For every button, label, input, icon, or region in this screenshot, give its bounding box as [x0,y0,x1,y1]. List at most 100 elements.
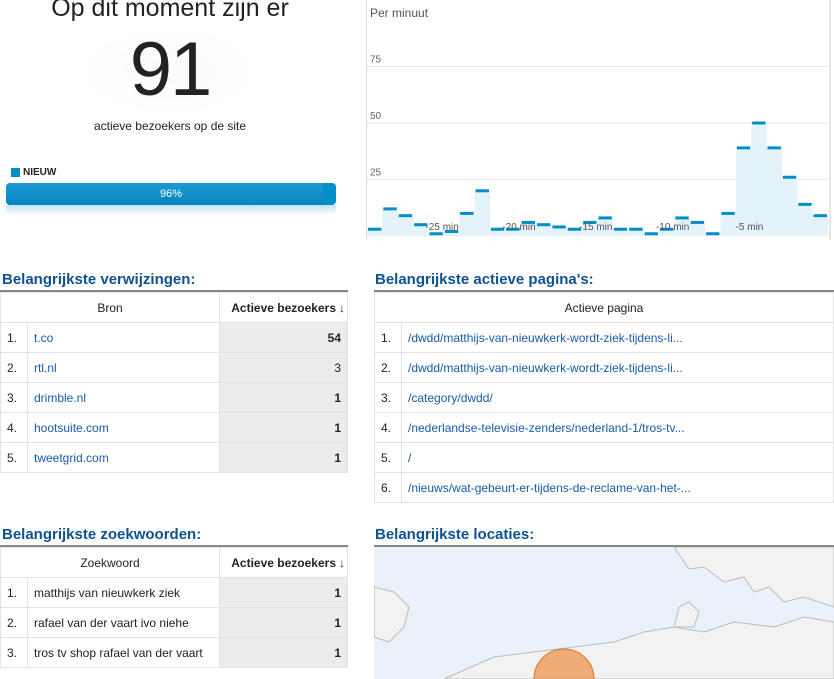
page-link[interactable]: /nederlandse-televisie-zenders/nederland… [401,412,834,443]
active-visitor-count: 91 [129,27,213,112]
table-row: 1. t.co 54 [0,322,348,353]
page-link[interactable]: /dwdd/matthijs-van-nieuwkerk-wordt-ziek-… [401,352,834,383]
row-index: 5. [0,442,28,473]
col-source[interactable]: Bron [0,292,220,323]
chart-bar-cap [398,214,413,218]
summary-heading: Op dit moment zijn er [51,0,289,22]
chart-bar [474,190,490,236]
chart-bar-cap [460,211,474,215]
source-link[interactable]: hootsuite.com [27,412,220,443]
pages-title: Belangrijkste actieve pagina's: [375,271,594,288]
chart-bar [812,215,828,236]
chart-bar-cap [629,227,643,231]
page-link[interactable]: /category/dwdd/ [401,382,834,413]
page-link[interactable]: /dwdd/matthijs-van-nieuwkerk-wordt-ziek-… [401,322,834,353]
chart-bar-cap [598,216,612,220]
x-tick-label: -5 min [736,222,764,233]
source-link[interactable]: rtl.nl [27,352,220,383]
chart-bar-cap [721,211,735,215]
chart-bar-cap [798,202,812,206]
table-row: 5. tweetgrid.com 1 [0,442,348,473]
row-index: 1. [0,577,28,608]
x-tick-label: -25 min [425,222,458,233]
table-row: 1./dwdd/matthijs-van-nieuwkerk-wordt-zie… [374,322,834,353]
map-svg [374,547,834,679]
table-row: 4./nederlandse-televisie-zenders/nederla… [374,412,834,443]
row-index: 3. [374,382,402,413]
active-visitors-value: 1 [219,412,348,443]
keyword-text: tros tv shop rafael van der vaart [27,637,220,668]
table-row: 3. drimble.nl 1 [0,382,348,413]
chart-bar-cap [368,227,382,231]
chart-bar-cap [475,189,489,193]
col-active-visitors[interactable]: Actieve bezoekers ↓ [219,547,348,578]
chart-bar [689,222,706,236]
chart-bar-cap [383,207,397,211]
chart-bar [766,147,782,236]
row-index: 1. [374,322,402,353]
table-row: 1. matthijs van nieuwkerk ziek 1 [0,577,348,608]
x-tick-label: -20 min [502,222,535,233]
table-row: 2. rtl.nl 3 [0,352,348,383]
per-minute-chart-svg: 75 50 25 -25 min -20 min -15 min -10 min -5 min [367,0,831,240]
chart-bar [459,213,475,236]
keywords-title: Belangrijkste zoekwoorden: [2,526,202,543]
row-index: 4. [0,412,28,443]
bar-reflection [6,205,336,215]
map-land-denmark [673,601,700,628]
locations-map[interactable] [374,547,834,679]
page-link[interactable]: / [401,442,834,473]
row-index: 3. [0,637,28,668]
new-visitors-bar: 96% [6,183,336,205]
row-index: 6. [374,472,402,503]
chart-bar [382,208,398,236]
keyword-text: matthijs van nieuwkerk ziek [27,577,220,608]
map-land-uk [374,586,410,643]
active-visitors-value: 1 [219,637,348,668]
sort-down-icon: ↓ [339,300,345,315]
locations-title: Belangrijkste locaties: [375,526,535,543]
chart-bar-cap [767,146,781,150]
source-link[interactable]: tweetgrid.com [27,442,220,473]
chart-bar-cap [736,146,751,150]
table-row: 2./dwdd/matthijs-van-nieuwkerk-wordt-zie… [374,352,834,383]
chart-bar [751,123,767,236]
referrals-title: Belangrijkste verwijzingen: [2,271,196,288]
col-active-visitors[interactable]: Actieve bezoekers ↓ [219,292,348,323]
x-tick-label: -15 min [579,222,612,233]
per-minute-chart: 75 50 25 -25 min -20 min -15 min -10 min -5 min… [366,0,834,240]
table-row: 5. / [374,442,834,473]
new-visitors-percent: 96% [159,188,183,200]
active-visitors-value: 1 [219,607,348,638]
chart-bar-cap [706,232,720,236]
chart-bar-cap [552,225,566,229]
table-row: 2. rafael van der vaart ivo niehe 1 [0,607,348,638]
referrals-table: Bron Actieve bezoekers ↓ 1. t.co 54 2. rtl.nl… [0,292,348,473]
source-link[interactable]: t.co [27,322,220,353]
legend-new: NIEUW [11,167,56,178]
legend-new-label: NIEUW [23,167,57,178]
row-index: 5. [374,442,402,473]
y-tick-label: 25 [370,168,382,179]
y-tick-label: 50 [370,111,382,122]
legend-swatch [11,168,20,177]
row-index: 2. [374,352,402,383]
chart-bar-cap [782,175,797,179]
active-visitors-value: 3 [219,352,348,383]
keyword-text: rafael van der vaart ivo niehe [27,607,220,638]
page-link[interactable]: /nieuws/wat-gebeurt-er-tijdens-de-reclam… [401,472,834,503]
col-active-page[interactable]: Actieve pagina [374,292,834,323]
realtime-summary: Op dit moment zijn er 91 actieve bezoeke… [0,0,340,240]
chart-bar-cap [537,223,551,227]
chart-bar-cap [813,214,827,218]
table-row: 3. tros tv shop rafael van der vaart 1 [0,637,348,668]
table-row: 6./nieuws/wat-gebeurt-er-tijdens-de-recl… [374,472,834,503]
row-index: 1. [0,322,28,353]
chart-bar [797,204,813,236]
active-visitors-value: 1 [219,382,348,413]
chart-bar-cap [613,227,628,231]
chart-bar-cap [690,220,705,224]
col-keyword[interactable]: Zoekwoord [0,547,220,578]
row-index: 2. [0,607,28,638]
source-link[interactable]: drimble.nl [27,382,220,413]
